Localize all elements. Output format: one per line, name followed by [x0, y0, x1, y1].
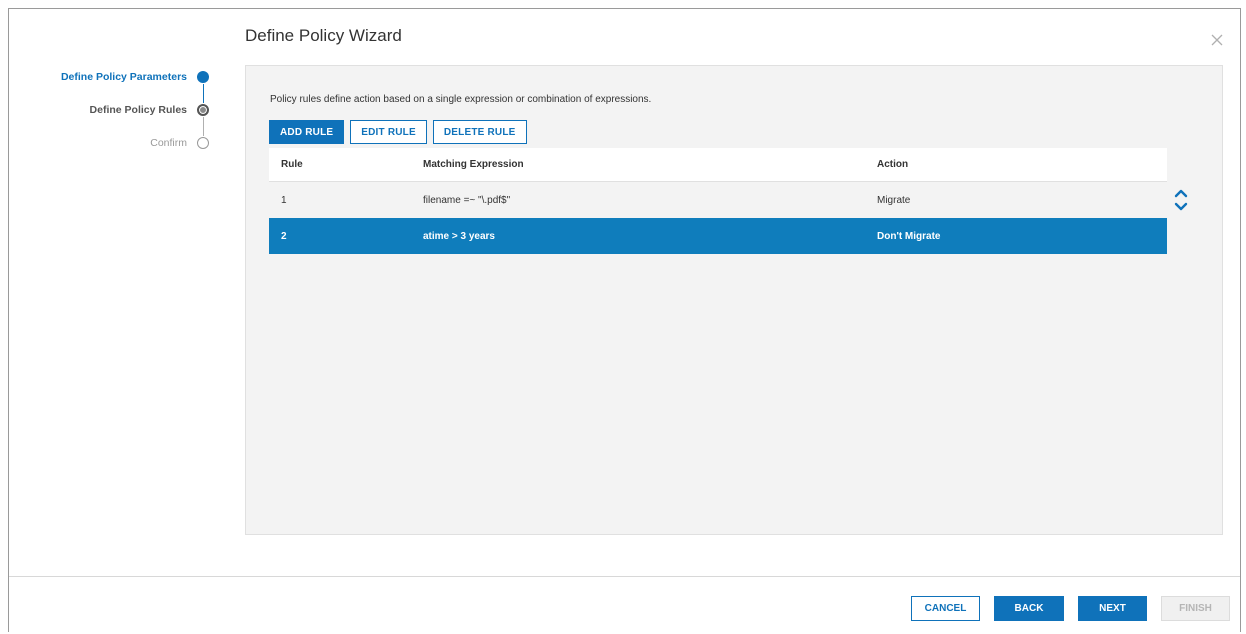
- step-pending-indicator: [197, 137, 209, 149]
- column-header-action[interactable]: Action: [877, 159, 1167, 170]
- column-header-rule[interactable]: Rule: [269, 159, 423, 170]
- step-label: Confirm: [150, 137, 187, 149]
- rule-toolbar: ADD RULE EDIT RULE DELETE RULE: [269, 120, 527, 144]
- table-row-selected[interactable]: 2 atime > 3 years Don't Migrate: [269, 218, 1167, 254]
- table-row[interactable]: 1 filename =~ "\.pdf$" Migrate: [269, 182, 1167, 218]
- next-button[interactable]: NEXT: [1078, 596, 1147, 621]
- rules-table: Rule Matching Expression Action 1 filena…: [269, 148, 1167, 254]
- wizard-dialog: Define Policy Wizard Define Policy Param…: [8, 8, 1241, 632]
- cancel-button[interactable]: CANCEL: [911, 596, 980, 621]
- rule-number: 1: [281, 194, 287, 206]
- rule-action: Migrate: [877, 194, 911, 206]
- step-complete-indicator: [197, 71, 209, 83]
- rule-number: 2: [281, 230, 287, 242]
- close-icon[interactable]: [1210, 33, 1224, 47]
- column-header-matching-expression[interactable]: Matching Expression: [423, 159, 877, 170]
- add-rule-button[interactable]: ADD RULE: [269, 120, 345, 144]
- edit-rule-button[interactable]: EDIT RULE: [350, 120, 427, 144]
- chevron-up-icon[interactable]: [1174, 188, 1188, 198]
- step-label: Define Policy Parameters: [60, 71, 187, 83]
- table-header: Rule Matching Expression Action: [269, 148, 1167, 182]
- matching-expression: atime > 3 years: [423, 230, 495, 242]
- footer-divider: [9, 576, 1240, 577]
- step-confirm: Confirm: [150, 133, 209, 153]
- step-define-policy-rules[interactable]: Define Policy Rules: [90, 100, 209, 120]
- step-label: Define Policy Rules: [89, 104, 187, 116]
- reorder-controls: [1174, 188, 1192, 216]
- delete-rule-button[interactable]: DELETE RULE: [432, 120, 527, 144]
- step-current-indicator: [197, 104, 209, 116]
- chevron-down-icon[interactable]: [1174, 202, 1188, 212]
- back-button[interactable]: BACK: [994, 596, 1064, 621]
- rules-panel: Policy rules define action based on a si…: [245, 65, 1223, 535]
- finish-button: FINISH: [1161, 596, 1230, 621]
- wizard-footer: CANCEL BACK NEXT FINISH: [911, 596, 1230, 621]
- rules-description: Policy rules define action based on a si…: [270, 94, 652, 105]
- step-define-policy-parameters[interactable]: Define Policy Parameters: [61, 67, 209, 87]
- wizard-title: Define Policy Wizard: [245, 26, 402, 45]
- matching-expression: filename =~ "\.pdf$": [423, 194, 511, 206]
- rule-action: Don't Migrate: [877, 230, 941, 242]
